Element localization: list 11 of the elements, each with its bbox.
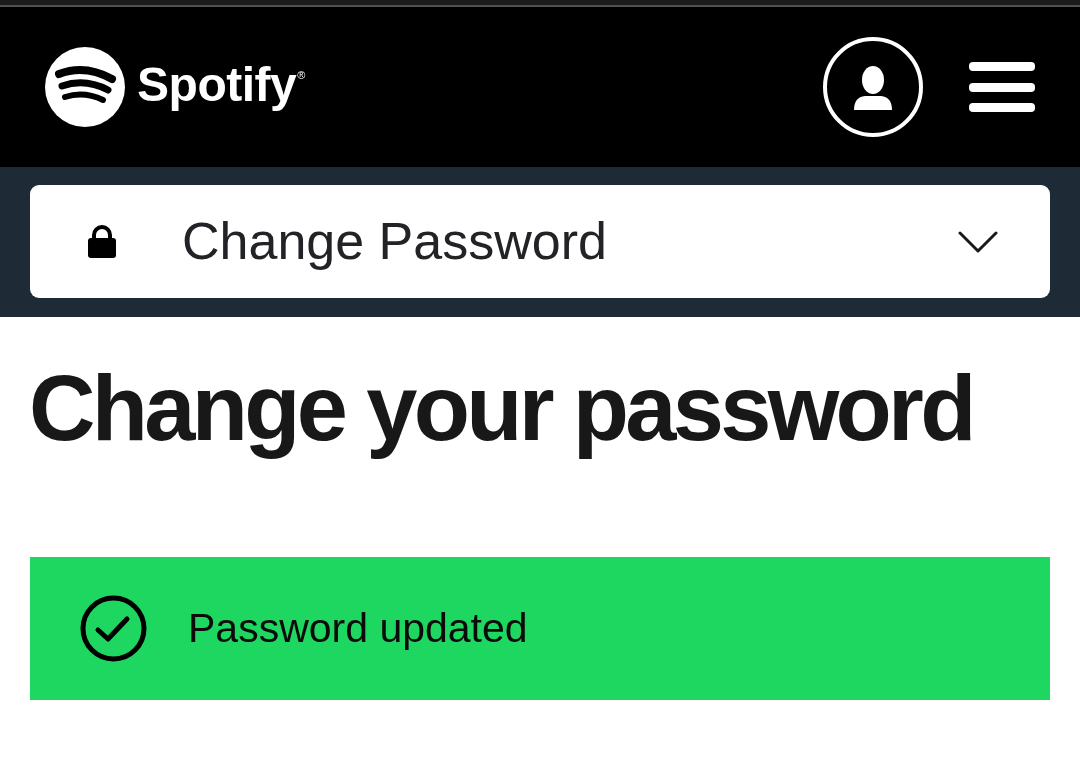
logo-icon xyxy=(45,47,125,127)
user-icon xyxy=(852,66,894,110)
logo-link[interactable]: Spotify$^{®}$ xyxy=(45,47,305,127)
menu-icon xyxy=(969,62,1035,112)
page-title: Change your password xyxy=(29,356,973,461)
lock-icon xyxy=(88,225,116,258)
account-button[interactable] xyxy=(823,37,923,137)
check-circle-icon xyxy=(80,595,147,663)
section-dropdown[interactable]: Change Password xyxy=(30,185,1050,298)
menu-button[interactable] xyxy=(969,62,1035,112)
alert-message: Password updated xyxy=(188,604,528,654)
